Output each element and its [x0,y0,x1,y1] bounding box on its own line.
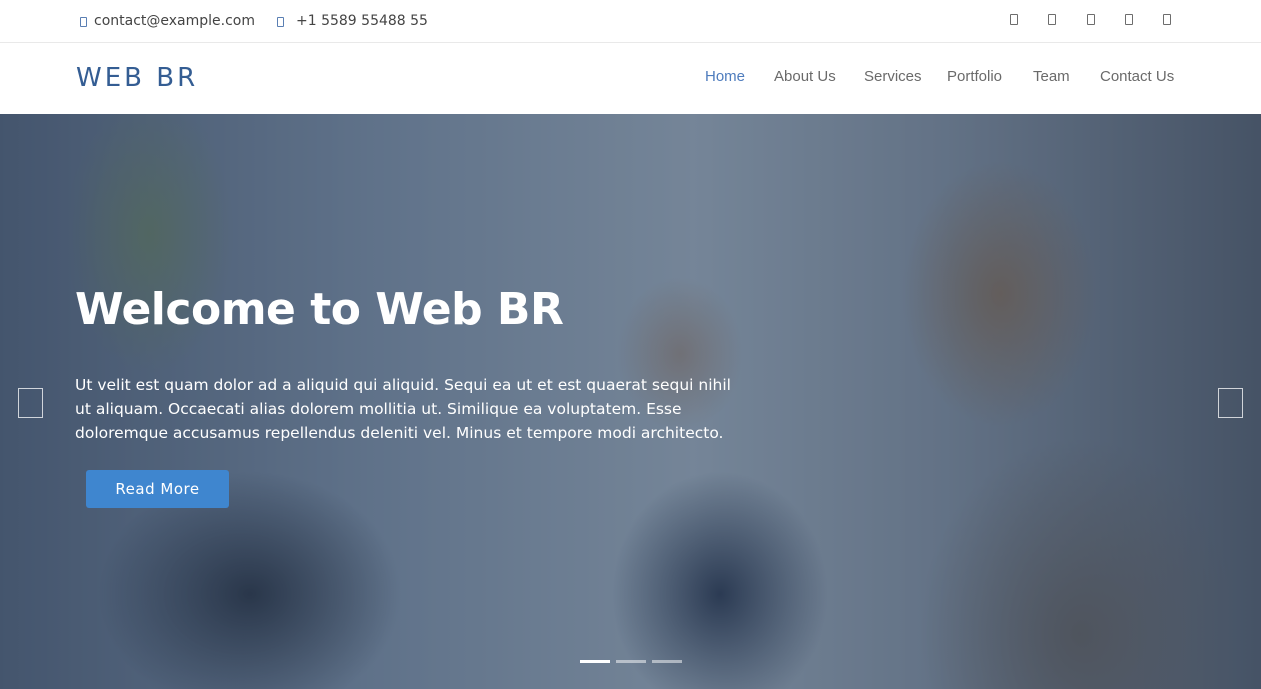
facebook-icon[interactable] [1048,14,1056,25]
twitter-icon[interactable] [1010,14,1018,25]
nav-team[interactable]: Team [1033,68,1070,85]
email-text[interactable]: contact@example.com [94,13,255,29]
envelope-icon [80,16,87,27]
logo[interactable]: WEB BR [76,63,198,93]
skype-icon[interactable] [1125,14,1133,25]
carousel-next-icon[interactable] [1218,388,1243,418]
carousel-indicator[interactable] [616,660,646,663]
phone-icon [277,16,284,27]
nav-portfolio[interactable]: Portfolio [947,68,1002,85]
carousel-prev-icon[interactable] [18,388,43,418]
contact-email[interactable]: contact@example.com [80,12,255,30]
site-header: WEB BR Home About Us Services Portfolio … [0,44,1261,114]
linkedin-icon[interactable] [1163,14,1171,25]
instagram-icon[interactable] [1087,14,1095,25]
nav-services[interactable]: Services [864,68,922,85]
carousel-indicator[interactable] [652,660,682,663]
top-bar: contact@example.com +1 5589 55488 55 [0,0,1261,43]
read-more-button[interactable]: Read More [86,470,229,508]
carousel-indicator[interactable] [580,660,610,663]
hero-title: Welcome to Web BR [75,284,564,335]
nav-home[interactable]: Home [705,68,745,85]
phone-text[interactable]: +1 5589 55488 55 [296,13,428,29]
contact-phone[interactable]: +1 5589 55488 55 [277,12,428,30]
hero-description: Ut velit est quam dolor ad a aliquid qui… [75,376,731,442]
nav-contact-us[interactable]: Contact Us [1100,68,1174,85]
nav-about-us[interactable]: About Us [774,68,836,85]
hero-carousel: Welcome to Web BR Ut velit est quam dolo… [0,114,1261,689]
